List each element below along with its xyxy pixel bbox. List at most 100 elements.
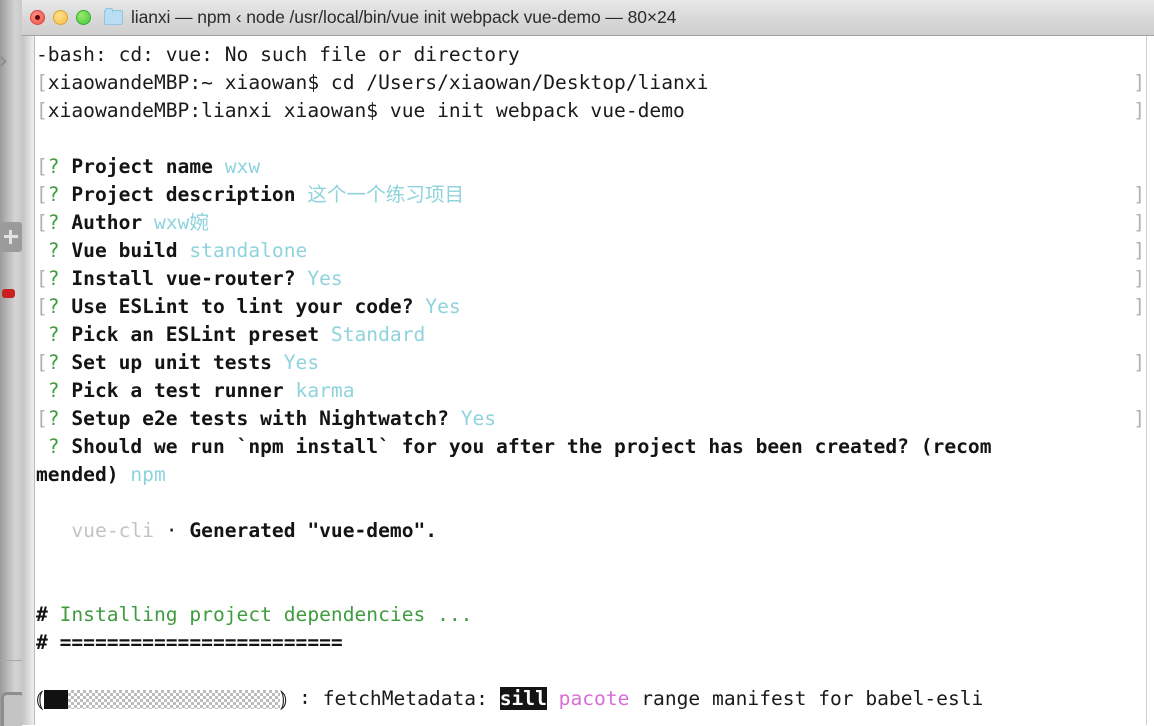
terminal-text-segment: vue-cli	[36, 519, 154, 542]
progress-module: pacote	[558, 687, 630, 710]
terminal-line: # ========================	[22, 629, 1154, 657]
background-rounded-shape	[1, 692, 22, 726]
terminal-line-content: ? Vue build standalone	[22, 237, 308, 265]
terminal-text-segment: Setup e2e tests with Nightwatch?	[71, 407, 461, 430]
line-bracket-right: ]	[1133, 211, 1145, 234]
minimize-button[interactable]	[53, 10, 68, 25]
terminal-text-segment: ?	[47, 351, 72, 374]
terminal-screen: -bash: cd: vue: No such file or director…	[22, 36, 1154, 725]
line-bracket-left: [	[36, 295, 48, 318]
line-bracket-left	[36, 435, 48, 458]
terminal-text-segment: ?	[47, 239, 72, 262]
folder-icon	[104, 8, 123, 25]
line-bracket-right: ]	[1133, 183, 1145, 206]
terminal-line-content: ? Pick a test runner karma	[22, 377, 355, 405]
line-bracket-right: ]	[1133, 351, 1145, 374]
terminal-line-content: ? Pick an ESLint preset Standard	[22, 321, 426, 349]
terminal-line-content: # ========================	[22, 629, 343, 657]
terminal-text-segment: standalone	[189, 239, 308, 262]
line-bracket-left: [	[36, 155, 48, 178]
terminal-line-content: [? Project description 这个一个练习项目	[22, 181, 464, 209]
terminal-text-segment: Use ESLint to lint your code?	[71, 295, 426, 318]
terminal-line-content: [? Setup e2e tests with Nightwatch? Yes	[22, 405, 496, 433]
terminal-text-segment: ·	[153, 519, 190, 542]
terminal-text-segment: ?	[47, 407, 72, 430]
title-bar[interactable]: lianxi — npm ‹ node /usr/local/bin/vue i…	[22, 0, 1154, 36]
terminal-text-segment: ?	[47, 267, 72, 290]
line-bracket-right: ]	[1133, 407, 1145, 430]
terminal-text-segment: #	[36, 603, 60, 626]
line-bracket-left: [	[36, 183, 48, 206]
terminal-line-content: [? Install vue-router? Yes	[22, 265, 343, 293]
line-bracket-right: ]	[1133, 267, 1145, 290]
progress-bar-track	[67, 689, 280, 709]
line-bracket-left: [	[36, 71, 48, 94]
terminal-text-segment: ?	[47, 295, 72, 318]
terminal-line: [? Setup e2e tests with Nightwatch? Yes]	[22, 405, 1154, 433]
traffic-light-group	[30, 10, 91, 25]
terminal-line: [? Use ESLint to lint your code? Yes]	[22, 293, 1154, 321]
terminal-text-segment: Installing project dependencies ...	[59, 603, 473, 626]
terminal-line: ? Pick a test runner karma	[22, 377, 1154, 405]
terminal-text-segment: wxw婉	[153, 211, 209, 234]
maximize-button[interactable]	[76, 10, 91, 25]
terminal-text-segment: Yes	[283, 351, 320, 374]
terminal-line-content: [? Use ESLint to lint your code? Yes	[22, 293, 461, 321]
terminal-line: # Installing project dependencies ...	[22, 601, 1154, 629]
line-bracket-right: ]	[1133, 239, 1145, 262]
terminal-line-content: [? Project name wxw	[22, 153, 260, 181]
terminal-line-content: [xiaowandeMBP:~ xiaowan$ cd /Users/xiaow…	[22, 69, 708, 97]
red-dot-indicator	[2, 289, 15, 298]
line-bracket-left	[36, 379, 48, 402]
window-title: lianxi — npm ‹ node /usr/local/bin/vue i…	[131, 7, 677, 27]
desktop-background-strip: ›	[0, 0, 22, 726]
terminal-line-content: [? Set up unit tests Yes	[22, 349, 319, 377]
terminal-text-segment: Yes	[425, 295, 461, 318]
progress-bar-fill	[43, 689, 68, 709]
terminal-line: mended) npm	[22, 461, 1154, 489]
terminal-line: [? Project description 这个一个练习项目]	[22, 181, 1154, 209]
terminal-text-segment: Set up unit tests	[71, 351, 284, 374]
terminal-line-content: ? Should we run `npm install` for you af…	[22, 433, 992, 461]
terminal-text-segment: Yes	[460, 407, 497, 430]
line-bracket-right: ]	[1133, 295, 1145, 318]
terminal-text-segment: ?	[47, 435, 72, 458]
chevron-right-icon: ›	[0, 48, 18, 74]
terminal-line-content: mended) npm	[22, 461, 166, 489]
terminal-line-content: [xiaowandeMBP:lianxi xiaowan$ vue init w…	[22, 97, 685, 125]
terminal-body[interactable]: -bash: cd: vue: No such file or director…	[22, 36, 1154, 725]
npm-progress-line: ⦅ ⦆ ∶ fetchMetadata: sill pacote range ma…	[36, 685, 983, 713]
terminal-line: [? Author wxw婉]	[22, 209, 1154, 237]
terminal-text-segment: ?	[47, 155, 72, 178]
terminal-line-content: -bash: cd: vue: No such file or director…	[22, 41, 520, 69]
terminal-text-segment: karma	[295, 379, 355, 402]
progress-left-paren: ⦅	[36, 685, 44, 712]
terminal-text-segment: xiaowandeMBP:~ xiaowan$ cd /Users/xiaowa…	[47, 71, 709, 94]
terminal-window: lianxi — npm ‹ node /usr/local/bin/vue i…	[22, 0, 1154, 726]
terminal-line: ? Pick an ESLint preset Standard	[22, 321, 1154, 349]
terminal-text-segment: Generated "vue-demo".	[189, 519, 438, 542]
terminal-line: ? Vue build standalone]	[22, 237, 1154, 265]
progress-message: range manifest for babel-esli	[629, 687, 984, 710]
progress-log-level: sill	[499, 687, 547, 710]
terminal-text-segment: Yes	[307, 267, 343, 290]
terminal-text-segment: mended)	[36, 463, 131, 486]
plus-icon	[0, 222, 22, 252]
terminal-text-segment: Should we run `npm install` for you afte…	[71, 435, 992, 458]
terminal-text-segment: # ========================	[36, 631, 343, 654]
line-bracket-right: ]	[1133, 99, 1145, 122]
terminal-text-segment: ?	[47, 379, 72, 402]
terminal-text-segment: 这个一个练习项目	[307, 183, 465, 206]
terminal-line-content: vue-cli · Generated "vue-demo".	[22, 517, 437, 545]
terminal-text-segment: Pick an ESLint preset	[71, 323, 331, 346]
progress-space	[547, 687, 559, 710]
screen-root: › lianxi — npm ‹ node /usr/local/bin/vue…	[0, 0, 1154, 726]
terminal-text-segment: ?	[47, 323, 72, 346]
progress-phase: fetchMetadata:	[322, 687, 500, 710]
line-bracket-left: [	[36, 211, 48, 234]
close-button[interactable]	[30, 10, 45, 25]
line-bracket-left: [	[36, 99, 48, 122]
terminal-line: [xiaowandeMBP:~ xiaowan$ cd /Users/xiaow…	[22, 69, 1154, 97]
